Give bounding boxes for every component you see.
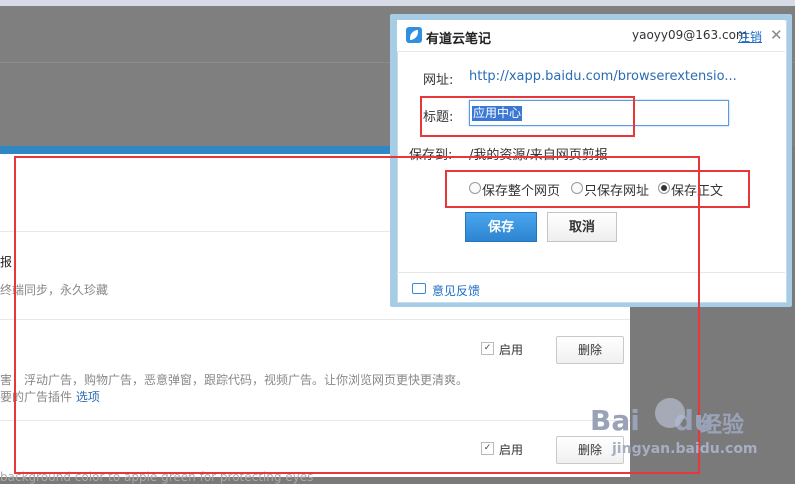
baidu-paw-icon bbox=[655, 398, 685, 428]
close-icon[interactable]: ✕ bbox=[770, 26, 783, 44]
annotation-box-title bbox=[420, 96, 635, 137]
url-value: http://xapp.baidu.com/browserextensio... bbox=[469, 69, 737, 84]
browser-top-strip bbox=[0, 0, 795, 6]
baidu-watermark-logo: Bai du bbox=[590, 404, 714, 437]
account-email: yaoyy09@163.com bbox=[632, 28, 748, 42]
extension-title: 报 bbox=[0, 255, 13, 269]
watermark-url: jingyan.baidu.com bbox=[612, 441, 758, 457]
logout-link[interactable]: 注销 bbox=[738, 28, 762, 45]
url-label: 网址: bbox=[423, 73, 454, 88]
brand-title: 有道云笔记 bbox=[426, 32, 492, 47]
watermark-jingyan: 经验 bbox=[700, 413, 745, 438]
